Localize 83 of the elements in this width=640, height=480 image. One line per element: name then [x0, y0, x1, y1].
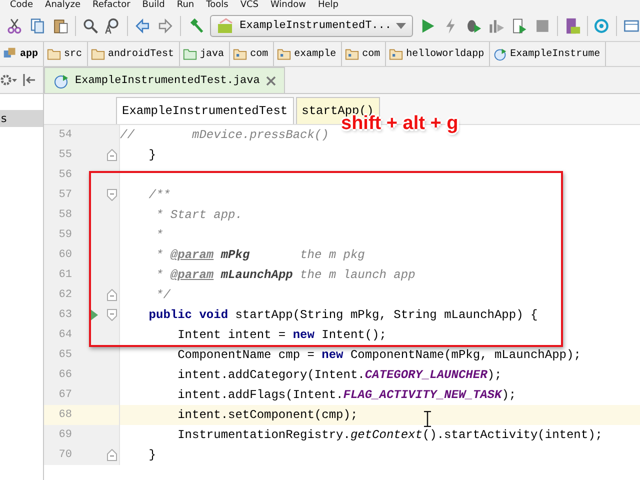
line-number: 59 [58, 228, 72, 243]
source-folder-icon [183, 47, 198, 61]
class-icon [53, 72, 69, 88]
run-configuration-dropdown[interactable]: ExampleInstrumentedT... [210, 15, 414, 37]
scissors-icon[interactable] [6, 16, 23, 36]
line-number: 54 [58, 128, 72, 143]
menu-item[interactable]: Refactor [92, 0, 130, 11]
code-line: ComponentName cmp = new ComponentName(mPkg, mLaunchApp); [176, 347, 581, 364]
line-number: 64 [58, 328, 72, 343]
line-number: 56 [58, 168, 72, 183]
code-line: Intent intent = new Intent(); [176, 327, 386, 344]
code-line: */ [155, 287, 170, 304]
fold-marker-icon[interactable] [107, 149, 117, 161]
breadcrumb-item[interactable]: ExampleInstrume [490, 42, 606, 66]
class-icon [493, 47, 508, 61]
folder-icon [91, 47, 106, 61]
close-icon[interactable] [266, 76, 276, 86]
line-number: 57 [58, 188, 72, 203]
folder-icon [47, 47, 62, 61]
breadcrumb-item[interactable]: androidTest [88, 42, 180, 66]
code-line: public void startApp(String mPkg, String mLaunchApp) { [148, 307, 538, 324]
menu-item[interactable]: Help [318, 0, 338, 11]
breadcrumb-item[interactable]: com [230, 42, 274, 66]
code-line: intent.addFlags(Intent.FLAG_ACTIVITY_NEW_TASK); [176, 387, 516, 404]
fold-marker-icon[interactable] [107, 309, 117, 321]
line-number: 67 [58, 388, 72, 403]
package-folder-icon [345, 47, 360, 61]
menu-item[interactable]: Code [10, 0, 34, 11]
code-line: /** [148, 187, 170, 204]
line-number: 58 [58, 208, 72, 223]
line-number: 69 [58, 428, 72, 443]
line-number: 55 [58, 148, 72, 163]
fold-marker-icon[interactable] [107, 289, 117, 301]
forward-arrow-icon[interactable] [157, 16, 174, 36]
text-cursor-icon [424, 411, 431, 427]
editor-tab[interactable]: ExampleInstrumentedTest.java [44, 67, 285, 93]
code-line: * Start app. [155, 207, 242, 224]
breadcrumb-item[interactable]: src [44, 42, 88, 66]
breadcrumb-item[interactable]: app [0, 42, 44, 66]
dropdown-caret-icon [396, 23, 406, 29]
search-replace-icon[interactable] [104, 16, 122, 36]
menu-item[interactable]: Window [270, 0, 306, 11]
menu-item[interactable]: Tools [206, 0, 228, 11]
back-arrow-icon[interactable] [134, 16, 152, 36]
line-number: 68 [58, 408, 72, 423]
fold-marker-icon[interactable] [107, 189, 117, 201]
collapse-icon[interactable] [22, 73, 36, 87]
package-folder-icon [277, 47, 292, 61]
package-folder-icon [233, 47, 248, 61]
copy-icon[interactable] [28, 16, 46, 36]
breadcrumb-item[interactable]: java [180, 42, 230, 66]
search-icon[interactable] [82, 16, 98, 36]
code-line: * @param mPkg the m pkg [155, 247, 365, 264]
line-number: 62 [58, 288, 72, 303]
code-line: // mDevice.pressBack() [120, 127, 329, 144]
line-number: 63 [58, 308, 72, 323]
attach-debugger-icon[interactable] [511, 16, 528, 36]
code-line: } [148, 447, 156, 464]
line-number: 61 [58, 268, 72, 283]
breadcrumb-item[interactable]: example [274, 42, 342, 66]
line-number: 66 [58, 368, 72, 383]
code-line: InstrumentationRegistry.getContext().startActivity(intent); [176, 427, 602, 444]
code-line: * @param mLaunchApp the m launch app [155, 267, 416, 284]
line-number: 70 [58, 448, 72, 463]
fold-marker-icon[interactable] [107, 449, 117, 461]
menu-item[interactable]: VCS [240, 0, 258, 11]
menu-item[interactable]: Run [176, 0, 194, 11]
code-line: intent.addCategory(Intent.CATEGORY_LAUNCHER); [176, 367, 502, 384]
sync-icon[interactable] [593, 16, 610, 36]
code-line: } [148, 147, 156, 164]
breadcrumb-item[interactable]: com [342, 42, 386, 66]
run-gutter-icon[interactable] [90, 309, 98, 321]
gear-icon[interactable] [0, 73, 18, 87]
code-line: intent.setComponent(cmp); [176, 407, 358, 424]
breadcrumb-item[interactable]: helloworldapp [386, 42, 490, 66]
line-number: 65 [58, 348, 72, 363]
package-folder-icon [389, 47, 404, 61]
menu-item[interactable]: Analyze [45, 0, 81, 11]
code-line: * [155, 227, 164, 244]
tree-item[interactable]: s [0, 110, 43, 127]
line-number: 60 [58, 248, 72, 263]
navigation-item[interactable]: ExampleInstrumentedTest [116, 97, 294, 124]
menu-item[interactable]: Build [142, 0, 165, 11]
